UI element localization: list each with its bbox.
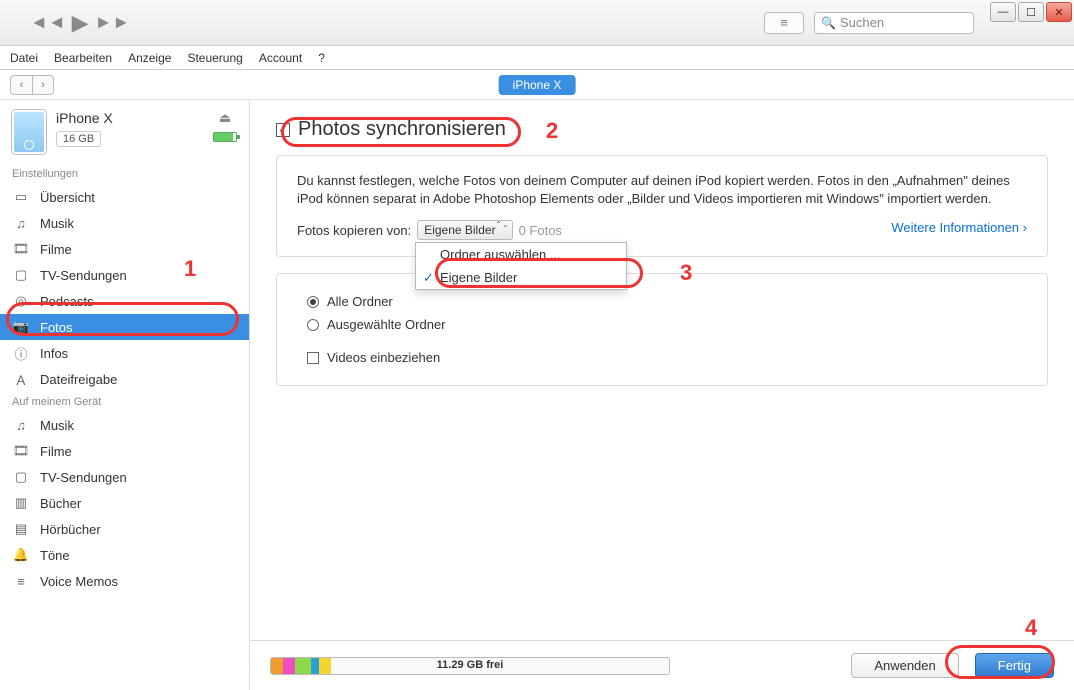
tv-icon: ▢ xyxy=(12,469,30,485)
audiobook-icon: ▤ xyxy=(12,521,30,537)
search-icon: 🔍 xyxy=(821,16,836,30)
more-info-link[interactable]: Weitere Informationen › xyxy=(891,220,1027,235)
battery-icon xyxy=(213,132,237,142)
radio-selected-folders[interactable] xyxy=(307,319,319,331)
sidebar-device-movies[interactable]: 🎞Filme xyxy=(0,438,249,464)
nav-back-button[interactable]: ‹ xyxy=(10,75,32,95)
maximize-button[interactable]: ☐ xyxy=(1018,2,1044,22)
list-view-button[interactable]: ≡ xyxy=(764,12,804,34)
voice-icon: ≡ xyxy=(12,573,30,589)
apply-button[interactable]: Anwenden xyxy=(851,653,958,678)
sidebar-item-music[interactable]: ♫Musik xyxy=(0,210,249,236)
play-button[interactable]: ▶ xyxy=(72,10,89,36)
tv-icon: ▢ xyxy=(12,267,30,283)
minimize-button[interactable]: — xyxy=(990,2,1016,22)
capacity-bar: 11.29 GB frei xyxy=(270,657,670,675)
next-track-button[interactable]: ►► xyxy=(95,12,131,33)
copy-from-label: Fotos kopieren von: xyxy=(297,223,411,238)
section-ondevice-label: Auf meinem Gerät xyxy=(0,392,249,412)
search-placeholder: Suchen xyxy=(840,15,884,30)
sidebar-device-tvshows[interactable]: ▢TV-Sendungen xyxy=(0,464,249,490)
sidebar-item-overview[interactable]: ▭Übersicht xyxy=(0,184,249,210)
sidebar-item-info[interactable]: ⓘInfos xyxy=(0,340,249,366)
sidebar-device-books[interactable]: ▥Bücher xyxy=(0,490,249,516)
camera-icon: 📷 xyxy=(12,319,30,335)
music-icon: ♫ xyxy=(12,417,30,433)
overview-icon: ▭ xyxy=(12,189,30,205)
nav-forward-button[interactable]: › xyxy=(32,75,54,95)
sidebar-item-tvshows[interactable]: ▢TV-Sendungen xyxy=(0,262,249,288)
eject-icon[interactable]: ⏏ xyxy=(219,110,231,126)
include-videos-checkbox[interactable] xyxy=(307,352,319,364)
copy-from-dropdown: Ordner auswählen ... Eigene Bilder xyxy=(415,242,627,290)
device-name: iPhone X xyxy=(56,110,203,126)
menu-help[interactable]: ? xyxy=(318,51,325,65)
menu-datei[interactable]: Datei xyxy=(10,51,38,65)
menu-steuerung[interactable]: Steuerung xyxy=(187,51,242,65)
filesharing-icon: Ａ xyxy=(12,371,30,387)
film-icon: 🎞 xyxy=(12,443,30,459)
menu-anzeige[interactable]: Anzeige xyxy=(128,51,171,65)
bell-icon: 🔔 xyxy=(12,547,30,563)
radio-all-folders[interactable] xyxy=(307,296,319,308)
book-icon: ▥ xyxy=(12,495,30,511)
sidebar-item-photos[interactable]: 📷Fotos xyxy=(0,314,249,340)
sidebar-device-music[interactable]: ♫Musik xyxy=(0,412,249,438)
menu-bearbeiten[interactable]: Bearbeiten xyxy=(54,51,112,65)
device-pill[interactable]: iPhone X xyxy=(499,75,576,95)
device-image xyxy=(12,110,46,154)
music-icon: ♫ xyxy=(12,215,30,231)
section-settings-label: Einstellungen xyxy=(0,164,249,184)
sidebar-item-filesharing[interactable]: ＡDateifreigabe xyxy=(0,366,249,392)
prev-track-button[interactable]: ◄◄ xyxy=(30,12,66,33)
dropdown-own-pictures[interactable]: Eigene Bilder xyxy=(416,266,626,289)
done-button[interactable]: Fertig xyxy=(975,653,1054,678)
info-icon: ⓘ xyxy=(12,345,30,361)
close-button[interactable]: ✕ xyxy=(1046,2,1072,22)
sidebar-item-podcasts[interactable]: ◎Podcasts xyxy=(0,288,249,314)
device-capacity: 16 GB xyxy=(56,131,101,147)
photo-count: 0 Fotos xyxy=(519,223,562,238)
sync-photos-checkbox[interactable]: ✓ xyxy=(276,123,290,137)
menu-account[interactable]: Account xyxy=(259,51,302,65)
sidebar-device-audiobooks[interactable]: ▤Hörbücher xyxy=(0,516,249,542)
free-space-label: 11.29 GB frei xyxy=(437,659,504,671)
sync-photos-heading: ✓ Photos synchronisieren xyxy=(276,118,1048,141)
film-icon: 🎞 xyxy=(12,241,30,257)
sidebar-device-tones[interactable]: 🔔Töne xyxy=(0,542,249,568)
copy-from-combo[interactable]: Eigene Bilder xyxy=(417,220,512,240)
search-input[interactable]: 🔍 Suchen xyxy=(814,12,974,34)
sidebar-item-movies[interactable]: 🎞Filme xyxy=(0,236,249,262)
dropdown-choose-folder[interactable]: Ordner auswählen ... xyxy=(416,243,626,266)
intro-text: Du kannst festlegen, welche Fotos von de… xyxy=(297,172,1027,208)
podcast-icon: ◎ xyxy=(12,293,30,309)
sidebar-device-voicememos[interactable]: ≡Voice Memos xyxy=(0,568,249,594)
